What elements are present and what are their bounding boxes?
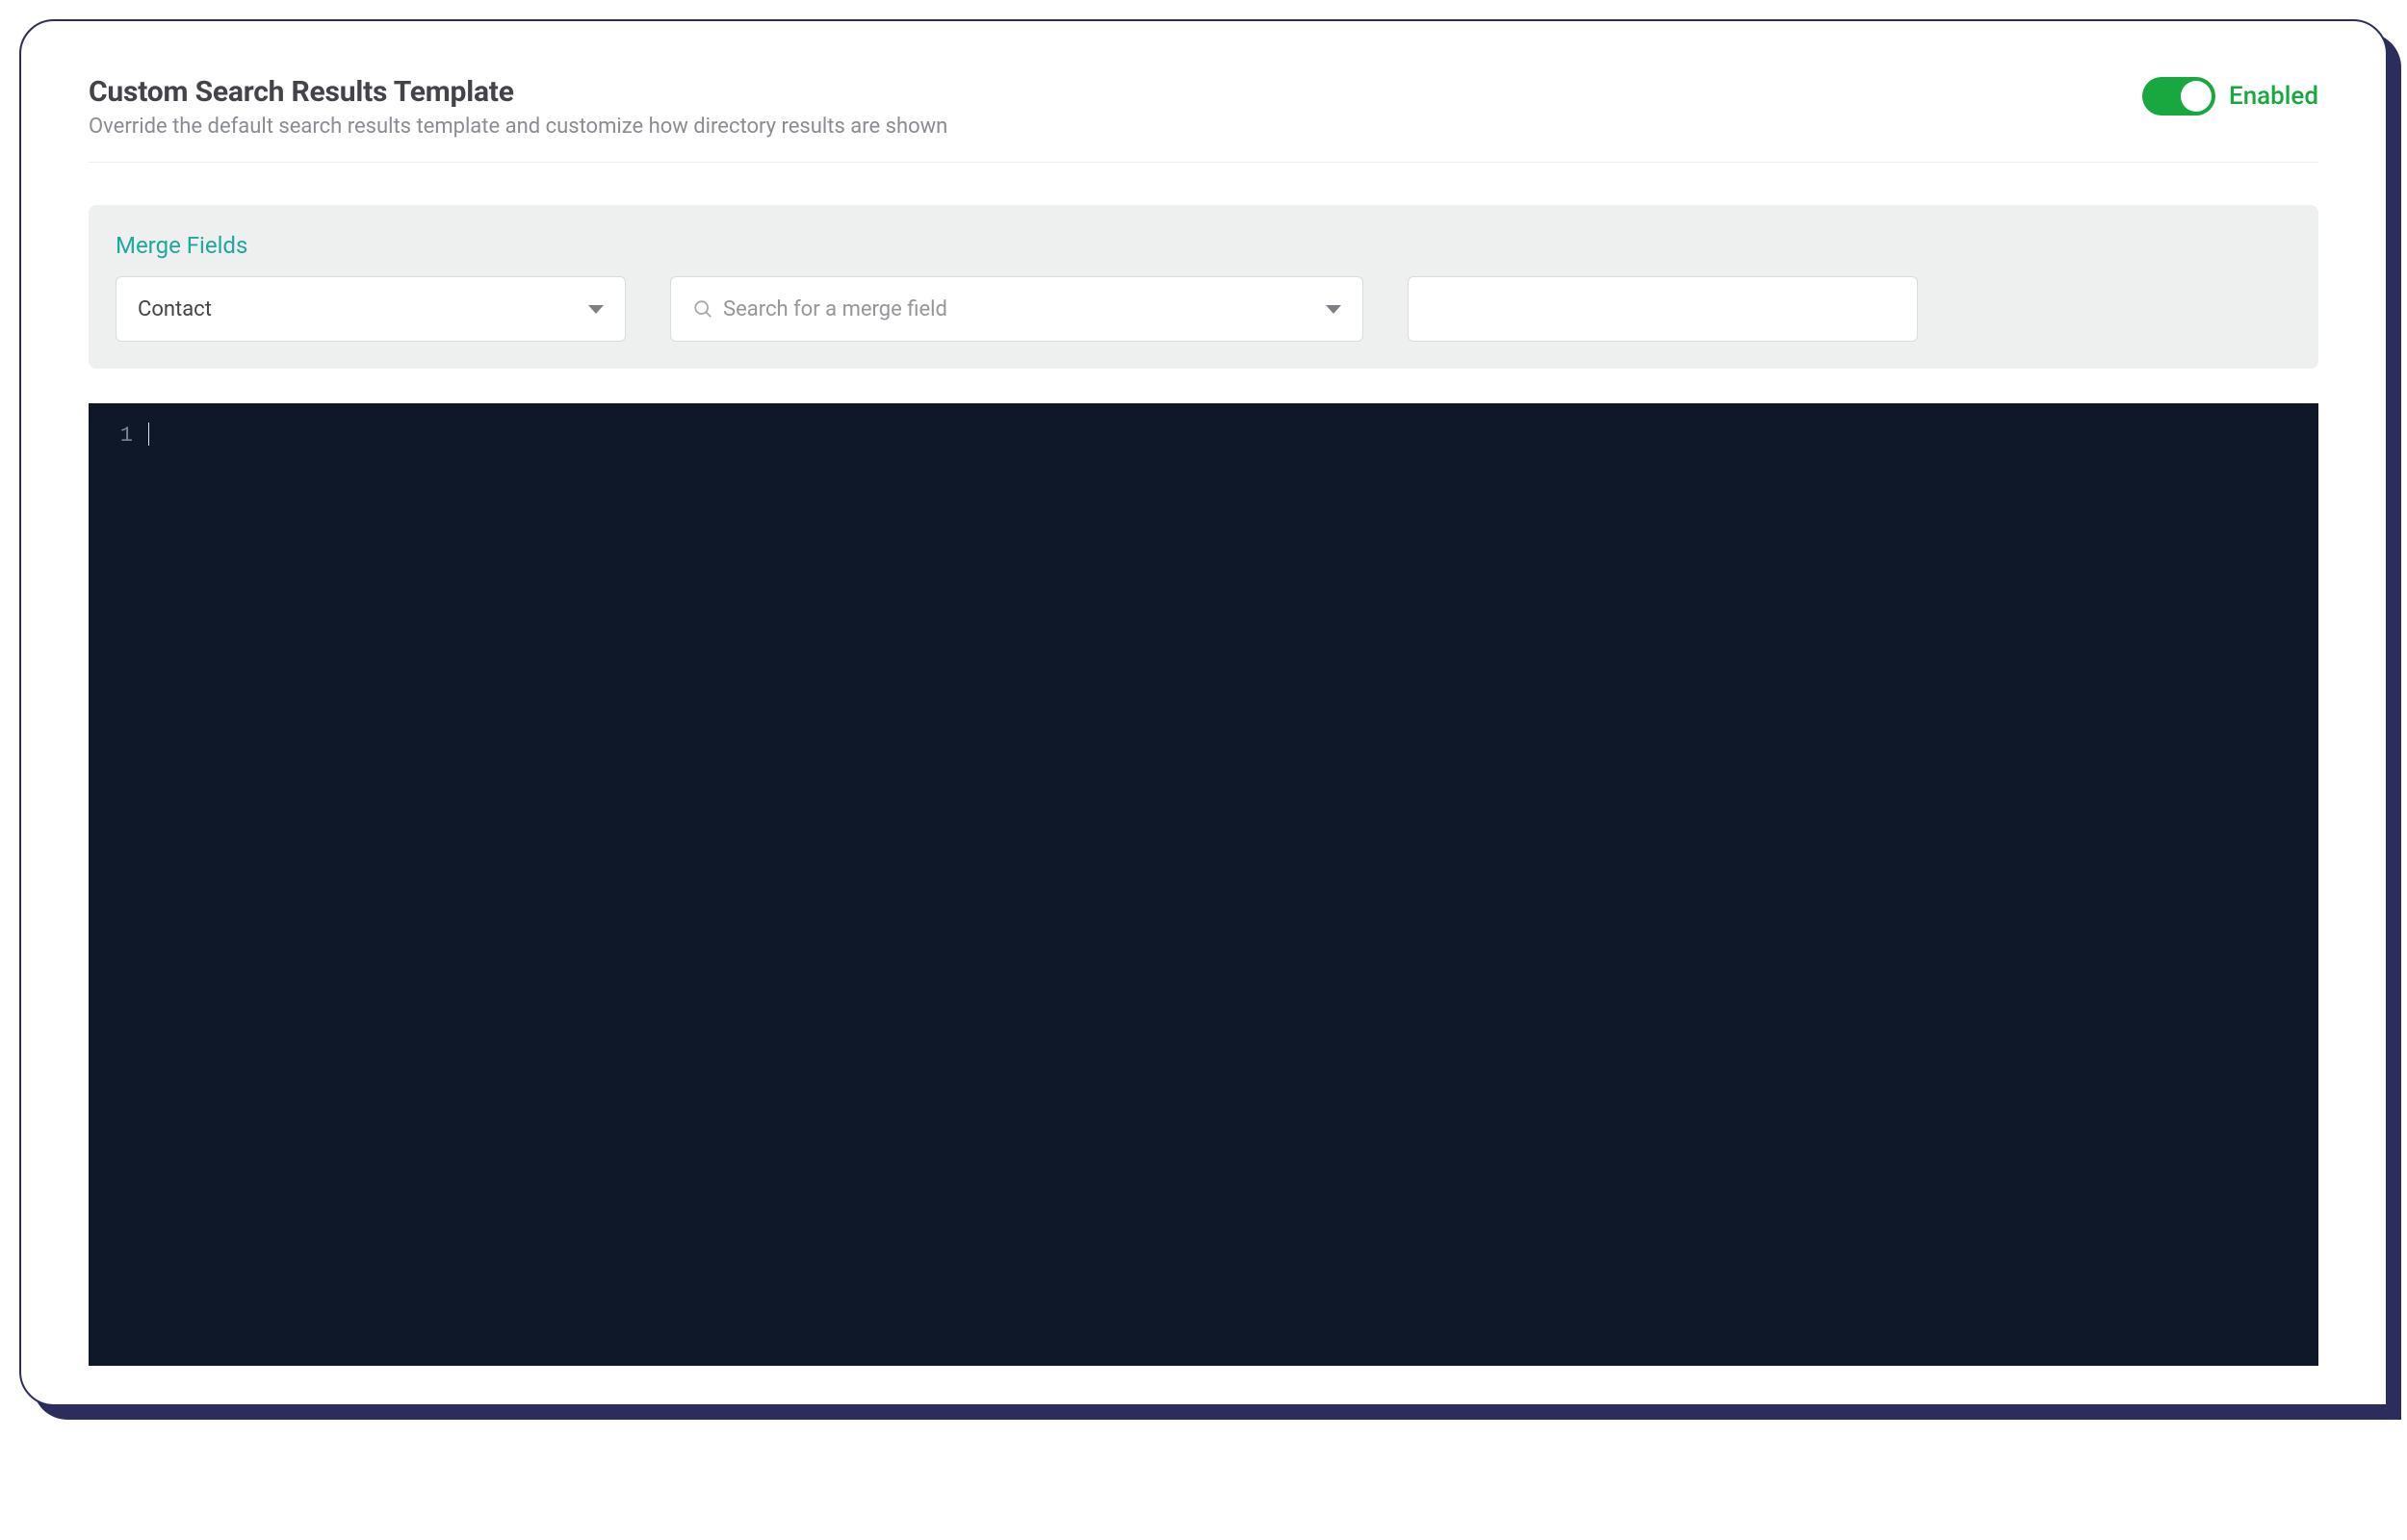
card-title: Custom Search Results Template (89, 75, 2142, 109)
merge-field-search[interactable]: Search for a merge field (670, 276, 1363, 342)
merge-search-placeholder: Search for a merge field (723, 297, 1314, 321)
card-subtitle: Override the default search results temp… (89, 115, 2142, 139)
merge-type-value: Contact (138, 297, 212, 321)
editor-cursor (148, 423, 149, 446)
toggle-knob (2181, 81, 2212, 112)
merge-fields-heading: Merge Fields (116, 232, 2291, 259)
code-editor[interactable]: 1 (89, 403, 2318, 1366)
merge-output-field[interactable] (1408, 276, 1918, 342)
line-number: 1 (89, 419, 133, 452)
chevron-down-icon (588, 305, 604, 314)
card-header: Custom Search Results Template Override … (89, 75, 2318, 163)
merge-fields-panel: Merge Fields Contact Search for a merge … (89, 205, 2318, 369)
chevron-down-icon (1326, 305, 1341, 314)
settings-card: Custom Search Results Template Override … (19, 19, 2388, 1406)
editor-content[interactable] (142, 403, 2318, 1366)
editor-gutter: 1 (89, 403, 142, 1366)
enable-toggle[interactable] (2142, 77, 2215, 116)
toggle-label: Enabled (2229, 82, 2318, 111)
merge-type-select[interactable]: Contact (116, 276, 626, 342)
search-icon (692, 298, 713, 320)
